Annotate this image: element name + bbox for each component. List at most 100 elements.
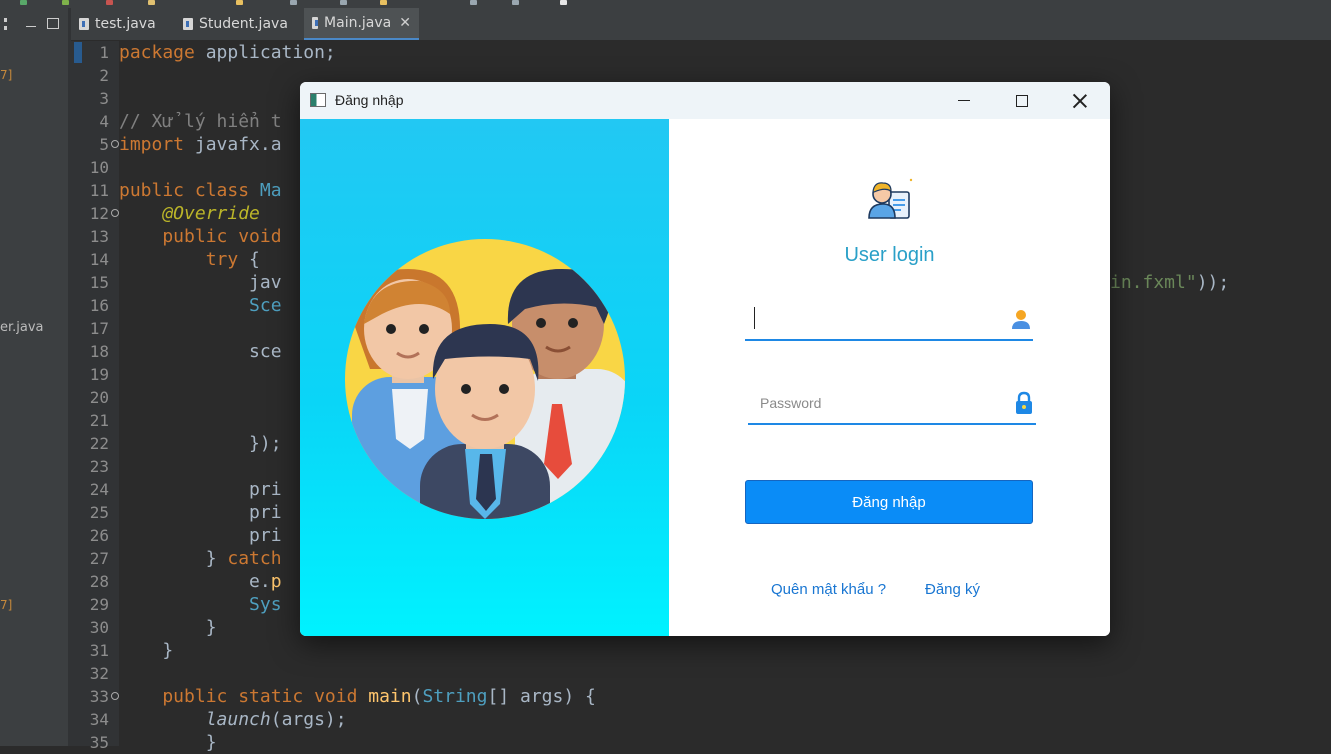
login-window: Đăng nhập User login Đăng nhập Quên mật … [300,82,1110,636]
package-item-file[interactable]: er.java [0,320,44,335]
tab-student-java[interactable]: Student.java [175,8,303,40]
user-login-icon [868,178,913,219]
tab-main-java[interactable]: Main.java ✕ [304,8,419,40]
user-login-heading: User login [844,244,935,266]
tab-label: test.java [95,16,156,32]
code-line: launch(args); [205,709,347,730]
nav-forward-icon[interactable] [512,0,519,5]
save-icon[interactable] [290,0,297,5]
minimize-button[interactable] [935,82,993,119]
forgot-password-link[interactable]: Quên mật khẩu ? [771,581,886,598]
package-explorer-header [0,8,68,40]
line-number: 35 [89,733,109,752]
code-line: } [119,732,217,753]
current-line-marker [74,42,82,63]
line-number: 17 [89,319,109,338]
line-number: 23 [89,457,109,476]
code-line: @Override [119,203,260,224]
line-number: 16 [89,296,109,315]
tab-label: Main.java [324,15,392,31]
code-line: Sys [119,594,282,615]
register-link[interactable]: Đăng ký [925,581,980,598]
code-line: pri [119,525,282,546]
debug-icon[interactable] [62,0,69,5]
view-menu-icon[interactable] [4,18,10,30]
line-number: 34 [89,710,109,729]
password-field[interactable] [748,381,1036,425]
fold-icon[interactable] [111,140,119,148]
tab-label: Student.java [199,16,288,32]
line-number: 32 [89,664,109,683]
line-number: 27 [89,549,109,568]
line-number: 28 [89,572,109,591]
login-form: User login Đăng nhập Quên mật khẩu ? Đăn… [669,119,1110,636]
line-number: 20 [89,388,109,407]
code-line: public class Ma [119,180,282,201]
line-number: 30 [89,618,109,637]
code-line: e.p [119,571,282,592]
line-number: 11 [89,181,109,200]
code-line: import javafx.a [119,134,282,155]
password-input[interactable] [758,389,1002,417]
nav-back-icon[interactable] [470,0,477,5]
line-number: 29 [89,595,109,614]
line-number: 12 [89,204,109,223]
window-title: Đăng nhập [335,92,404,108]
folder-icon[interactable] [148,0,155,5]
copy-icon[interactable] [340,0,347,5]
highlight-icon[interactable] [236,0,243,5]
window-title-bar[interactable]: Đăng nhập [300,82,1110,119]
code-line: jav [119,272,282,293]
line-number: 25 [89,503,109,522]
line-number: 18 [89,342,109,361]
run-icon[interactable] [20,0,27,5]
line-number: 5 [99,135,109,154]
code-line: // Xử lý hiển t [119,111,282,132]
maximize-button[interactable] [993,82,1051,119]
line-number-gutter: 1 2 3 4 5 10 11 12 13 14 15 16 17 18 19 … [71,41,119,752]
fold-icon[interactable] [111,692,119,700]
code-line: } [119,617,217,638]
close-button[interactable] [1051,82,1109,119]
stop-icon[interactable] [106,0,113,5]
close-tab-icon[interactable]: ✕ [399,15,411,31]
code-line: pri [119,479,282,500]
code-line: package application; [119,42,336,63]
page-icon[interactable] [560,0,567,5]
code-line: public void [119,226,282,247]
line-number: 13 [89,227,109,246]
minimize-view-icon[interactable] [26,20,36,27]
code-line: sce [119,341,282,362]
minimize-icon [958,100,970,101]
username-input[interactable] [755,305,999,333]
line-number: 33 [89,687,109,706]
editor-tab-bar: test.java Student.java Main.java ✕ [71,8,1331,41]
window-icon [310,93,326,107]
code-line: }); [119,433,282,454]
login-button[interactable]: Đăng nhập [745,480,1033,524]
code-line: pri [119,502,282,523]
search-icon[interactable] [380,0,387,5]
tab-test-java[interactable]: test.java [71,8,167,40]
username-field[interactable] [745,297,1033,341]
team-people-illustration [345,239,625,519]
illustration-panel [300,119,669,636]
line-number: 26 [89,526,109,545]
line-number: 10 [89,158,109,177]
line-number: 15 [89,273,109,292]
java-file-icon [183,18,193,30]
code-line: Sce [119,295,282,316]
fold-icon[interactable] [111,209,119,217]
code-line: try { [119,249,260,270]
line-number: 2 [99,66,109,85]
problem-marker-2: 7] [0,598,13,612]
line-number: 31 [89,641,109,660]
line-number: 14 [89,250,109,269]
java-file-icon [312,17,319,29]
line-number: 19 [89,365,109,384]
line-number: 1 [99,43,109,62]
maximize-view-icon[interactable] [47,18,59,29]
line-number: 24 [89,480,109,499]
ide-toolbar [0,0,1331,8]
user-icon [1012,310,1030,329]
